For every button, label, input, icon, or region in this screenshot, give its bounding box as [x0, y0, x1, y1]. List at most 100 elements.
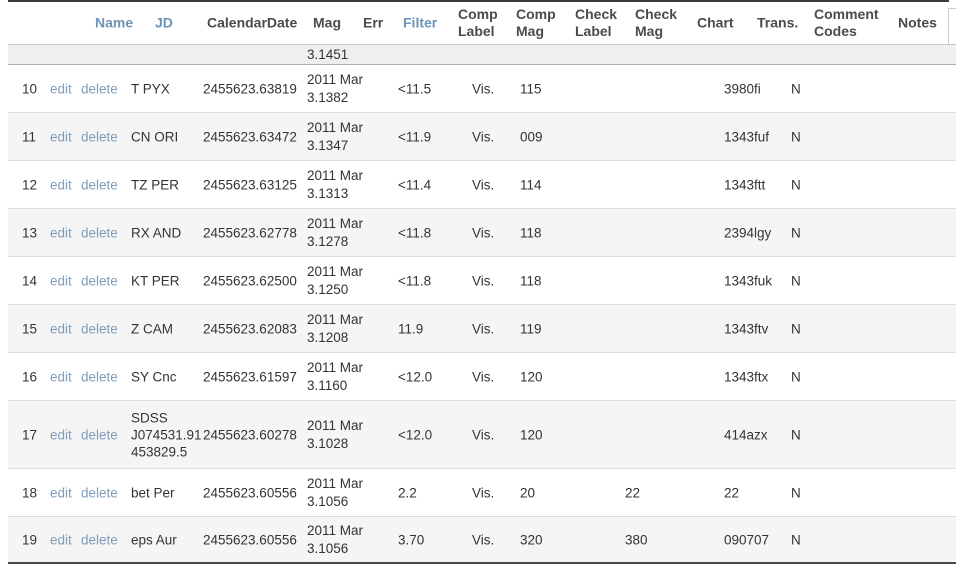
trans-value: N [791, 81, 801, 96]
jd-value: 2455623.62083 [203, 321, 297, 336]
trans-value: N [791, 225, 801, 240]
mag-value: <12.0 [398, 369, 433, 384]
calendar-date-line1: 2011 Mar [307, 119, 364, 135]
mag-value: <12.0 [398, 427, 433, 442]
chart-value: 090707 [724, 532, 770, 547]
edit-link[interactable]: edit [50, 177, 72, 192]
table-row: 19 edit delete eps Aur 2455623.60556 201… [8, 517, 956, 564]
col-header-comp-label: Comp Label [458, 6, 498, 39]
comp-mag-value: 118 [520, 225, 542, 240]
calendar-date: 2011 Mar 3.1278 [307, 215, 363, 251]
delete-link[interactable]: delete [81, 532, 118, 547]
delete-link[interactable]: delete [81, 177, 118, 192]
star-name: SDSS J074531.91 453829.5 [131, 410, 202, 459]
calendar-date: 2011 Mar 3.1160 [307, 359, 363, 395]
table-row: 15 edit delete Z CAM 2455623.62083 2011 … [8, 305, 956, 353]
filter-value: Vis. [472, 225, 495, 240]
calendar-date-line1: 2011 Mar [307, 167, 364, 183]
delete-link[interactable]: delete [81, 427, 118, 442]
col-header-filter[interactable]: Filter [403, 15, 437, 32]
table-row: 11 edit delete CN ORI 2455623.63472 2011… [8, 113, 956, 161]
mag-value: 11.9 [398, 321, 424, 336]
mag-value: 2.2 [398, 485, 417, 500]
trans-value: N [791, 532, 801, 547]
star-name: eps Aur [131, 532, 177, 547]
star-name: RX AND [131, 225, 182, 240]
jd-value: 2455623.60556 [203, 485, 297, 500]
edit-link[interactable]: edit [50, 129, 72, 144]
edit-link[interactable]: edit [50, 273, 72, 288]
comp-mag-value: 120 [520, 427, 543, 442]
col-header-notes: Notes [898, 14, 937, 31]
comp-mag-value: 009 [520, 129, 543, 144]
edit-link[interactable]: edit [50, 321, 72, 336]
table-row: 10 edit delete T PYX 2455623.63819 2011 … [8, 65, 956, 113]
row-number: 12 [22, 177, 38, 192]
comp-mag-value: 118 [520, 273, 542, 288]
filter-value: Vis. [472, 321, 495, 336]
col-header-check-label: Check Label [575, 6, 618, 39]
delete-link[interactable]: delete [81, 485, 118, 500]
jd-value: 2455623.62500 [203, 273, 297, 288]
table-row: 13 edit delete RX AND 2455623.62778 2011… [8, 209, 956, 257]
chart-value: 1343fuf [724, 129, 770, 144]
star-name: KT PER [131, 273, 180, 288]
col-header-trans: Trans. [757, 14, 799, 31]
trans-value: N [791, 485, 801, 500]
table-row: 12 edit delete TZ PER 2455623.63125 2011… [8, 161, 956, 209]
calendar-date-line2: 3.1382 [307, 89, 349, 105]
table-header: Name JD CalendarDate Mag Err Filter Comp… [8, 2, 956, 45]
filter-value: Vis. [472, 177, 495, 192]
calendar-date-line2: 3.1250 [307, 281, 349, 297]
trans-value: N [791, 427, 801, 442]
calendar-date-line2: 3.1347 [307, 137, 349, 153]
calendar-date-line1: 2011 Mar [307, 417, 364, 433]
edit-link[interactable]: edit [50, 485, 72, 500]
chart-value: 22 [724, 485, 740, 500]
delete-link[interactable]: delete [81, 369, 118, 384]
calendar-date-line2: 3.1056 [307, 540, 349, 556]
mag-value: <11.8 [398, 225, 432, 240]
calendar-date-line2: 3.1313 [307, 185, 349, 201]
edit-link[interactable]: edit [50, 81, 72, 96]
calendar-date-line1: 2011 Mar [307, 71, 364, 87]
trans-value: N [791, 177, 801, 192]
observations-table-page: Name JD CalendarDate Mag Err Filter Comp… [0, 0, 956, 568]
filter-value: Vis. [472, 81, 495, 96]
mag-value: 3.70 [398, 532, 425, 547]
mag-value: <11.9 [398, 129, 432, 144]
filter-value: Vis. [472, 532, 495, 547]
comp-mag-value: 20 [520, 485, 536, 500]
edit-link[interactable]: edit [50, 532, 72, 547]
filter-value: Vis. [472, 485, 495, 500]
col-header-comment-codes: Comment Codes [814, 6, 879, 39]
chart-value: 3980fi [724, 81, 761, 96]
delete-link[interactable]: delete [81, 321, 118, 336]
mag-value: <11.4 [398, 177, 432, 192]
calendar-date-line1: 2011 Mar [307, 215, 364, 231]
jd-value: 2455623.60278 [203, 427, 297, 442]
delete-link[interactable]: delete [81, 273, 118, 288]
row-number: 19 [22, 532, 38, 547]
calendar-date: 2011 Mar 3.1056 [307, 475, 363, 511]
col-header-name[interactable]: Name [95, 15, 133, 32]
edit-link[interactable]: edit [50, 225, 72, 240]
calendar-date: 2011 Mar 3.1250 [307, 263, 363, 299]
delete-link[interactable]: delete [81, 225, 118, 240]
comp-mag-value: 115 [520, 81, 542, 96]
calendar-date-line2: 3.1028 [307, 435, 349, 451]
delete-link[interactable]: delete [81, 81, 118, 96]
mag-value: <11.5 [398, 81, 432, 96]
delete-link[interactable]: delete [81, 129, 118, 144]
col-header-calendardate: CalendarDate [207, 14, 298, 31]
table-row: 16 edit delete SY Cnc 2455623.61597 2011… [8, 353, 956, 401]
col-header-jd[interactable]: JD [155, 15, 173, 32]
table-row: 18 edit delete bet Per 2455623.60556 201… [8, 469, 956, 517]
filter-value: Vis. [472, 369, 495, 384]
edit-link[interactable]: edit [50, 427, 72, 442]
comp-mag-value: 120 [520, 369, 543, 384]
header-right-top-border [949, 8, 956, 9]
edit-link[interactable]: edit [50, 369, 72, 384]
row-number: 18 [22, 485, 38, 500]
star-name: Z CAM [131, 321, 173, 336]
